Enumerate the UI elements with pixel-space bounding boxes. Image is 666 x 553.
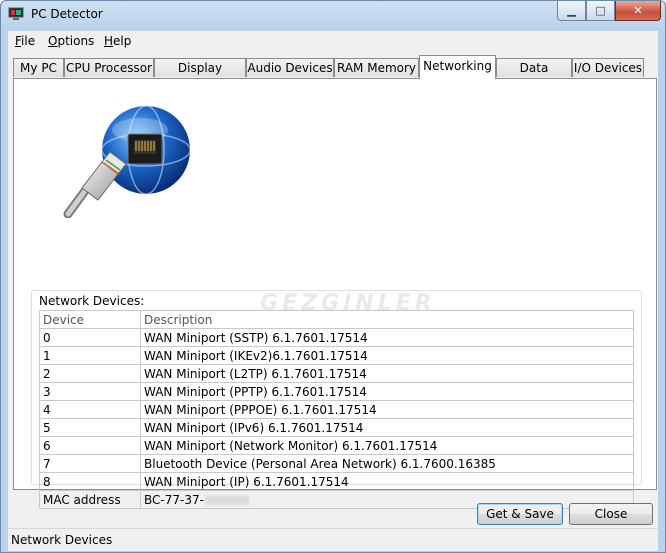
menu-bar: File Options Help (8, 31, 658, 51)
description-cell: WAN Miniport (PPPOE) 6.1.7601.17514 (140, 400, 634, 419)
close-button[interactable]: Close (569, 503, 653, 525)
tab-io-devices[interactable]: I/O Devices (572, 58, 644, 77)
device-cell: 0 (39, 328, 141, 347)
menu-file[interactable]: File (15, 34, 35, 48)
device-cell: 4 (39, 400, 141, 419)
table-row[interactable]: 0 WAN Miniport (SSTP) 6.1.7601.17514 (39, 328, 634, 347)
table-row[interactable]: 6 WAN Miniport (Network Monitor) 6.1.7601… (39, 436, 634, 455)
tab-display-devices[interactable]: Display Devices (154, 58, 246, 93)
description-cell: Bluetooth Device (Personal Area Network)… (140, 454, 634, 473)
tab-strip: My PC CPU Processor Display Devices Audi… (8, 55, 658, 93)
device-cell: 6 (39, 436, 141, 455)
menu-options[interactable]: Options (48, 34, 94, 48)
client-area: File Options Help My PC CPU Processor Di… (8, 31, 658, 551)
tab-cpu-processor[interactable]: CPU Processor (64, 58, 154, 77)
tab-data-storage[interactable]: Data Storage (496, 58, 572, 93)
app-monitor-icon (8, 7, 24, 20)
maximize-button[interactable]: □ (586, 1, 615, 21)
app-window: PC Detector ▁ □ ✕ File Options Help My P… (0, 0, 666, 553)
network-devices-label: Network Devices: (39, 294, 145, 308)
minimize-icon: ▁ (567, 4, 576, 17)
device-cell: 3 (39, 382, 141, 401)
description-cell: WAN Miniport (SSTP) 6.1.7601.17514 (140, 328, 634, 347)
description-cell: WAN Miniport (L2TP) 6.1.7601.17514 (140, 364, 634, 383)
close-icon: ✕ (633, 4, 643, 17)
networking-panel: Network Devices: GEZGİNLER Device Descri… (13, 78, 657, 509)
table-row[interactable]: 8 WAN Miniport (IP) 6.1.7601.17514 (39, 472, 634, 491)
description-cell: WAN Miniport (IKEv2)6.1.7601.17514 (140, 346, 634, 365)
table-row[interactable]: 3 WAN Miniport (PPTP) 6.1.7601.17514 (39, 382, 634, 401)
mac-address-label: MAC address (39, 490, 141, 509)
device-cell: 5 (39, 418, 141, 437)
network-devices-group: Network Devices: GEZGİNLER Device Descri… (31, 290, 642, 509)
mac-address-redacted (204, 495, 249, 505)
table-row[interactable]: 2 WAN Miniport (L2TP) 6.1.7601.17514 (39, 364, 634, 383)
status-bar: Network Devices (8, 528, 658, 551)
column-header-device[interactable]: Device (39, 310, 141, 329)
menu-file-rest: ile (21, 34, 36, 48)
network-devices-table[interactable]: Device Description 0 WAN Miniport (SSTP) … (39, 310, 634, 509)
network-globe-icon (63, 105, 191, 218)
tab-my-pc[interactable]: My PC (13, 58, 64, 77)
table-row[interactable]: 4 WAN Miniport (PPPOE) 6.1.7601.17514 (39, 400, 634, 419)
table-row[interactable]: 5 WAN Miniport (IPv6) 6.1.7601.17514 (39, 418, 634, 437)
description-cell: WAN Miniport (PPTP) 6.1.7601.17514 (140, 382, 634, 401)
window-title: PC Detector (31, 7, 103, 21)
get-save-button[interactable]: Get & Save (477, 503, 563, 525)
description-cell: WAN Miniport (IP) 6.1.7601.17514 (140, 472, 634, 491)
table-row[interactable]: 1 WAN Miniport (IKEv2)6.1.7601.17514 (39, 346, 634, 365)
menu-options-rest: ptions (57, 34, 95, 48)
tab-audio-devices[interactable]: Audio Devices (246, 58, 334, 77)
description-cell: WAN Miniport (IPv6) 6.1.7601.17514 (140, 418, 634, 437)
device-cell: 1 (39, 346, 141, 365)
menu-help-key: H (104, 34, 114, 48)
status-text: Network Devices (11, 533, 113, 547)
mac-address-value: BC-77-37- (144, 492, 204, 507)
tab-networking[interactable]: Networking (419, 55, 496, 79)
device-cell: 7 (39, 454, 141, 473)
maximize-icon: □ (595, 4, 606, 17)
table-row[interactable]: 7 Bluetooth Device (Personal Area Network… (39, 454, 634, 473)
tab-ram-memory[interactable]: RAM Memory (334, 58, 419, 77)
device-cell: 2 (39, 364, 141, 383)
table-header-row: Device Description (39, 310, 634, 329)
menu-help[interactable]: Help (104, 34, 131, 48)
menu-help-rest: elp (113, 34, 132, 48)
title-bar[interactable]: PC Detector ▁ □ ✕ (1, 1, 665, 29)
column-header-description[interactable]: Description (140, 310, 634, 329)
minimize-button[interactable]: ▁ (557, 1, 586, 21)
close-window-button[interactable]: ✕ (615, 1, 661, 21)
device-cell: 8 (39, 472, 141, 491)
description-cell: WAN Miniport (Network Monitor) 6.1.7601.… (140, 436, 634, 455)
